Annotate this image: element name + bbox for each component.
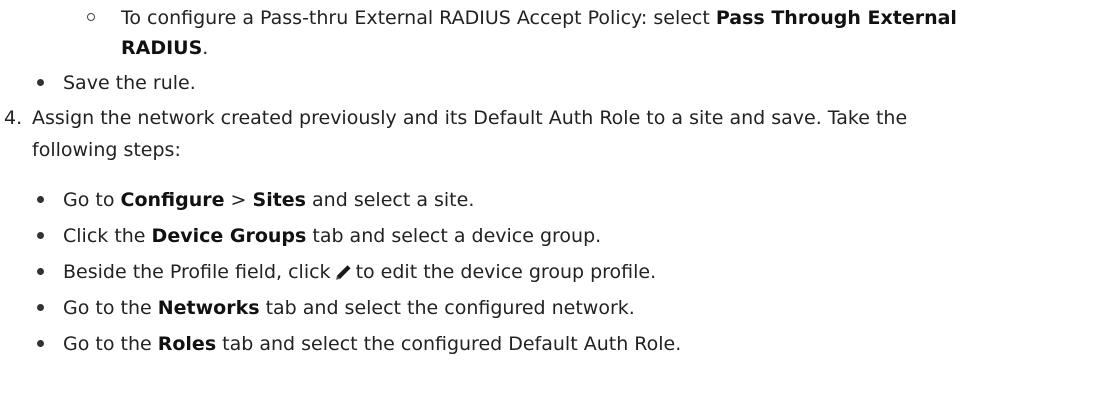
substep-device-groups: Click the Device Groups tab and select a…: [63, 221, 601, 251]
device-groups-label: Device Groups: [151, 225, 307, 247]
substep-text: Click the: [63, 225, 152, 247]
circle-bullet: [87, 13, 95, 21]
step4-text-line1: Assign the network created previously an…: [32, 107, 908, 129]
substep-edit-profile: Beside the Profile field, click to edit t…: [63, 257, 656, 287]
networks-label: Networks: [157, 297, 260, 319]
substep-configure-sites: Go to Configure > Sites and select a sit…: [63, 185, 474, 215]
substep-text: Beside the Profile field, click: [63, 261, 331, 283]
substep-text: >: [224, 189, 253, 211]
disc-bullet: [37, 79, 44, 86]
step4-line2: following steps:: [32, 135, 181, 165]
substep-text: tab and select a device group.: [306, 225, 602, 247]
disc-bullet: [37, 232, 44, 239]
disc-bullet: [37, 268, 44, 275]
disc-bullet: [37, 196, 44, 203]
sites-label: Sites: [252, 189, 306, 211]
step4-line1: Assign the network created previously an…: [32, 103, 907, 133]
substep-text: Go to: [63, 189, 121, 211]
substep-roles: Go to the Roles tab and select the confi…: [63, 329, 681, 359]
roles-label: Roles: [157, 333, 217, 355]
substep-text: tab and select the configured network.: [259, 297, 635, 319]
pass-thru-item-line2: RADIUS.: [121, 33, 208, 63]
save-rule-text: Save the rule.: [63, 72, 196, 94]
pass-thru-prefix: To configure a Pass-thru External RADIUS…: [121, 7, 716, 29]
pass-thru-item-line1: To configure a Pass-thru External RADIUS…: [121, 3, 957, 33]
disc-bullet: [37, 340, 44, 347]
disc-bullet: [37, 304, 44, 311]
document-page: To configure a Pass-thru External RADIUS…: [0, 0, 1102, 404]
save-rule-item: Save the rule.: [63, 68, 196, 98]
substep-text: Go to the: [63, 333, 158, 355]
substep-networks: Go to the Networks tab and select the co…: [63, 293, 635, 323]
substep-text: tab and select the configured Default Au…: [216, 333, 682, 355]
step-number: 4.: [4, 107, 23, 129]
pencil-icon: [334, 259, 352, 280]
step4-text-line2: following steps:: [32, 139, 181, 161]
substep-text: Go to the: [63, 297, 158, 319]
configure-label: Configure: [120, 189, 225, 211]
pass-thru-bold: Pass Through External: [715, 7, 957, 29]
substep-text: to edit the device group profile.: [355, 261, 657, 283]
substep-text: and select a site.: [306, 189, 475, 211]
pass-thru-bold-cont: RADIUS: [121, 37, 203, 59]
pass-thru-suffix: .: [202, 37, 209, 59]
